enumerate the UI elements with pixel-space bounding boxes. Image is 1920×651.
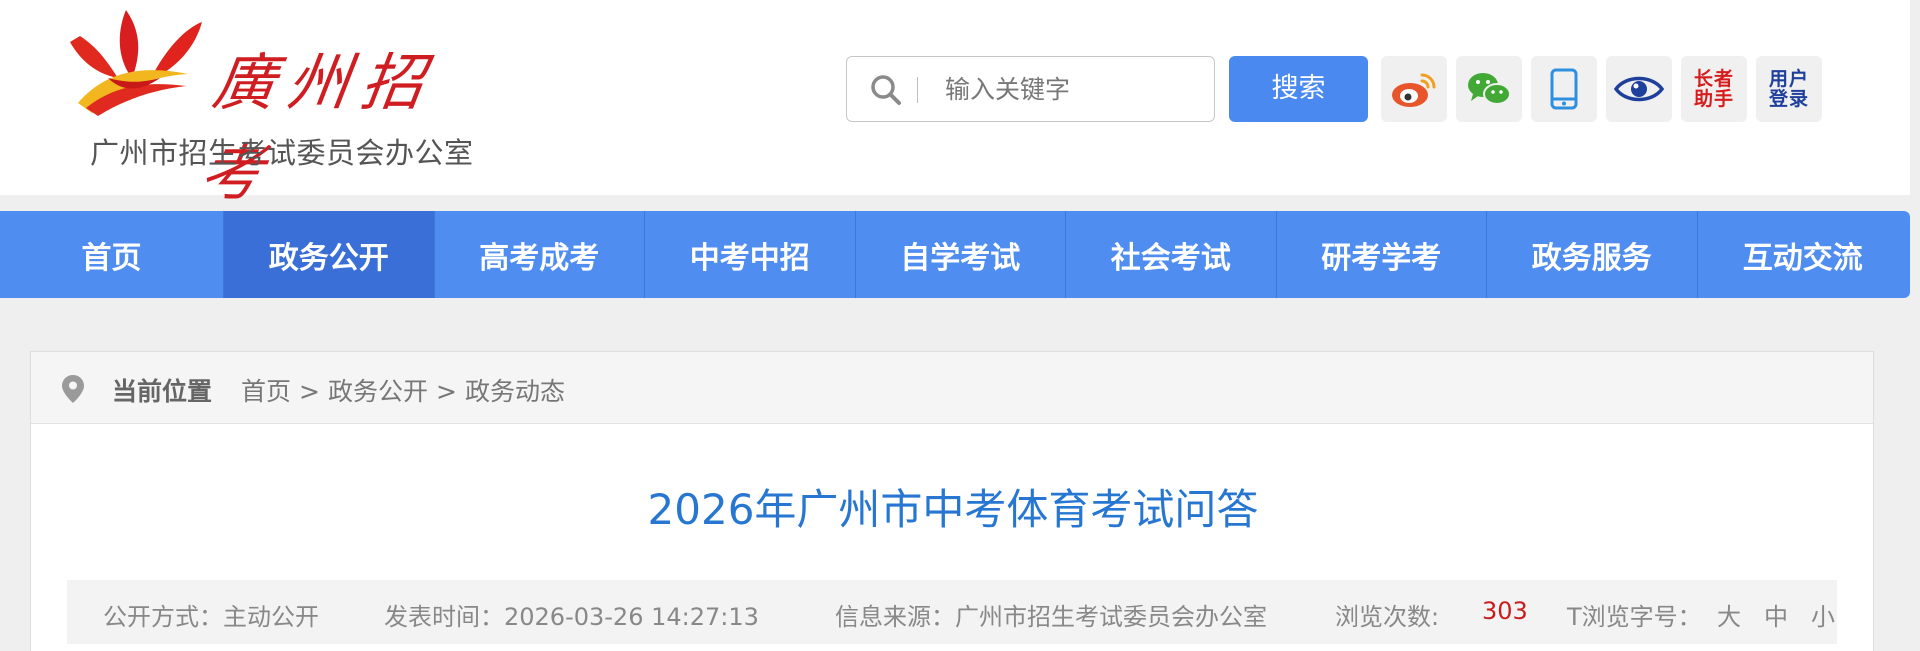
- disclosure-method: 公开方式：主动公开: [103, 603, 319, 631]
- weibo-icon: [1392, 73, 1436, 107]
- logo-subtitle: 广州市招生考试委员会办公室: [90, 136, 474, 170]
- publish-time: 发表时间：2026-03-26 14:27:13: [384, 603, 759, 631]
- breadcrumb-separator: >: [299, 377, 320, 406]
- search-button[interactable]: 搜索: [1229, 56, 1368, 122]
- search-icon[interactable]: [869, 73, 903, 107]
- main-nav: 首页 政务公开 高考成考 中考中招 自学考试 社会考试 研考学考 政务服务 互动…: [0, 211, 1910, 298]
- font-size-label: T浏览字号：: [1567, 603, 1702, 631]
- font-size-large[interactable]: 大: [1717, 597, 1741, 632]
- search-box: [846, 56, 1215, 122]
- nav-item-zhongkao[interactable]: 中考中招: [645, 211, 856, 298]
- nav-item-home[interactable]: 首页: [0, 211, 224, 298]
- eye-icon: [1614, 76, 1664, 102]
- logo-title: 廣州招考: [195, 46, 441, 209]
- views-label: 浏览次数:: [1335, 603, 1440, 631]
- info-source: 信息来源：广州市招生考试委员会办公室: [835, 603, 1267, 631]
- font-size-small[interactable]: 小: [1811, 597, 1835, 632]
- breadcrumb-path: 首页 > 政务公开 > 政务动态: [241, 372, 573, 408]
- nav-item-graduate-exam[interactable]: 研考学考: [1277, 211, 1487, 298]
- nav-item-gov-affairs[interactable]: 政务公开: [224, 211, 435, 298]
- site-logo[interactable]: 廣州招考 广州市招生考试委员会办公室: [68, 8, 488, 209]
- nav-item-social-exam[interactable]: 社会考试: [1066, 211, 1277, 298]
- search-input[interactable]: [945, 67, 1200, 111]
- views-count: 303: [1482, 597, 1528, 625]
- mobile-icon: [1550, 68, 1578, 110]
- breadcrumb-link-gov-news[interactable]: 政务动态: [465, 377, 565, 406]
- wechat-icon: [1468, 73, 1511, 105]
- accessibility-button[interactable]: [1606, 56, 1672, 122]
- article-panel: 当前位置 首页 > 政务公开 > 政务动态 2026年广州市中考体育考试问答 公开方式：…: [30, 351, 1874, 651]
- wechat-button[interactable]: [1456, 56, 1522, 122]
- weibo-button[interactable]: [1381, 56, 1447, 122]
- user-login-label: 用户 登录: [1768, 68, 1809, 110]
- mobile-button[interactable]: [1531, 56, 1597, 122]
- elder-assistant-label: 长者 助手: [1693, 68, 1734, 110]
- nav-item-self-study[interactable]: 自学考试: [856, 211, 1066, 298]
- elder-assistant-button[interactable]: 长者 助手: [1681, 56, 1747, 122]
- breadcrumb-link-home[interactable]: 首页: [241, 377, 291, 406]
- search-divider: [917, 77, 918, 103]
- nav-item-interaction[interactable]: 互动交流: [1698, 211, 1909, 298]
- nav-item-gov-services[interactable]: 政务服务: [1487, 211, 1698, 298]
- breadcrumb-separator: >: [435, 377, 457, 406]
- article-title: 2026年广州市中考体育考试问答: [647, 485, 1259, 534]
- breadcrumb: 当前位置 首页 > 政务公开 > 政务动态: [31, 352, 1873, 424]
- breadcrumb-link-gov-affairs[interactable]: 政务公开: [328, 377, 428, 406]
- flower-logo-icon: [70, 10, 202, 116]
- site-header: 廣州招考 广州市招生考试委员会办公室 搜索: [0, 0, 1910, 209]
- article-meta: 公开方式：主动公开 发表时间：2026-03-26 14:27:13 信息来源：…: [67, 580, 1837, 644]
- location-pin-icon: [62, 375, 84, 403]
- user-login-button[interactable]: 用户 登录: [1756, 56, 1822, 122]
- breadcrumb-label: 当前位置: [112, 377, 213, 406]
- nav-item-gaokao[interactable]: 高考成考: [435, 211, 645, 298]
- font-size-medium[interactable]: 中: [1764, 597, 1788, 632]
